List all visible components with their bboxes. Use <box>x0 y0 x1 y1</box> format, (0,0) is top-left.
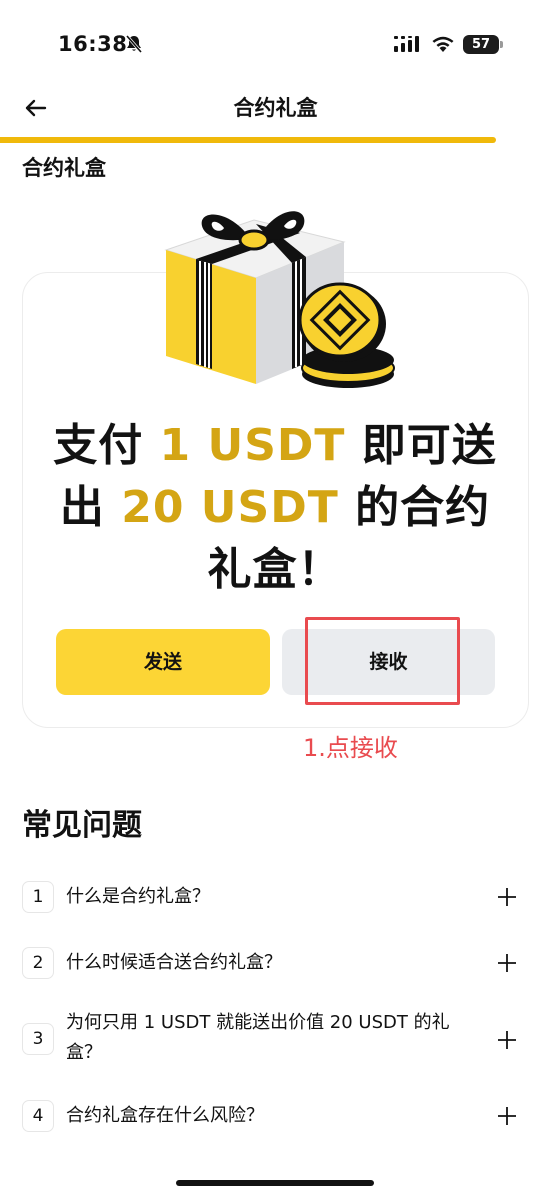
wifi-icon <box>432 36 454 52</box>
plus-icon[interactable] <box>496 1029 518 1051</box>
battery-cap <box>500 41 503 48</box>
section-title: 合约礼盒 <box>22 156 106 180</box>
faq-number: 4 <box>22 1100 54 1132</box>
faq-number: 2 <box>22 947 54 979</box>
headline: 支付 1 USDT 即可送出 20 USDT 的合约礼盒！ <box>40 415 510 601</box>
plus-icon[interactable] <box>496 886 518 908</box>
faq-item[interactable]: 4 合约礼盒存在什么风险？ <box>22 1098 529 1138</box>
home-indicator[interactable] <box>176 1180 374 1186</box>
faq-number: 3 <box>22 1023 54 1055</box>
battery-icon: 57 <box>463 35 503 54</box>
highlight-box <box>305 617 460 705</box>
headline-accent-2: 20 USDT <box>121 482 339 533</box>
nav-bar: 合约礼盒 <box>0 78 551 138</box>
status-bar: 16:38 57 <box>0 0 551 88</box>
faq-number: 1 <box>22 881 54 913</box>
plus-icon[interactable] <box>496 1105 518 1127</box>
signal-icon <box>394 36 419 52</box>
plus-icon[interactable] <box>496 952 518 974</box>
battery-level: 57 <box>463 35 499 54</box>
faq-item[interactable]: 3 为何只用 1 USDT 就能送出价值 20 USDT 的礼盒？ <box>22 1008 529 1072</box>
headline-text-1: 支付 <box>53 420 160 471</box>
faq-title: 常见问题 <box>22 808 142 843</box>
faq-item[interactable]: 1 什么是合约礼盒？ <box>22 878 529 918</box>
progress-bar-fill <box>0 137 496 143</box>
gift-box-icon <box>164 211 395 388</box>
page-title: 合约礼盒 <box>233 96 318 120</box>
faq-item[interactable]: 2 什么时候适合送合约礼盒？ <box>22 945 529 985</box>
headline-accent-1: 1 USDT <box>159 420 346 471</box>
status-time: 16:38 <box>58 32 128 56</box>
progress-bar <box>0 137 551 143</box>
send-button[interactable]: 发送 <box>56 629 270 695</box>
annotation-label: 1.点接收 <box>303 734 398 762</box>
faq-question: 什么是合约礼盒？ <box>66 886 210 907</box>
faq-question: 为何只用 1 USDT 就能送出价值 20 USDT 的礼盒？ <box>66 1012 450 1063</box>
faq-question: 什么时候适合送合约礼盒？ <box>66 952 282 973</box>
bell-off-icon <box>125 35 143 53</box>
faq-question: 合约礼盒存在什么风险？ <box>66 1105 264 1126</box>
